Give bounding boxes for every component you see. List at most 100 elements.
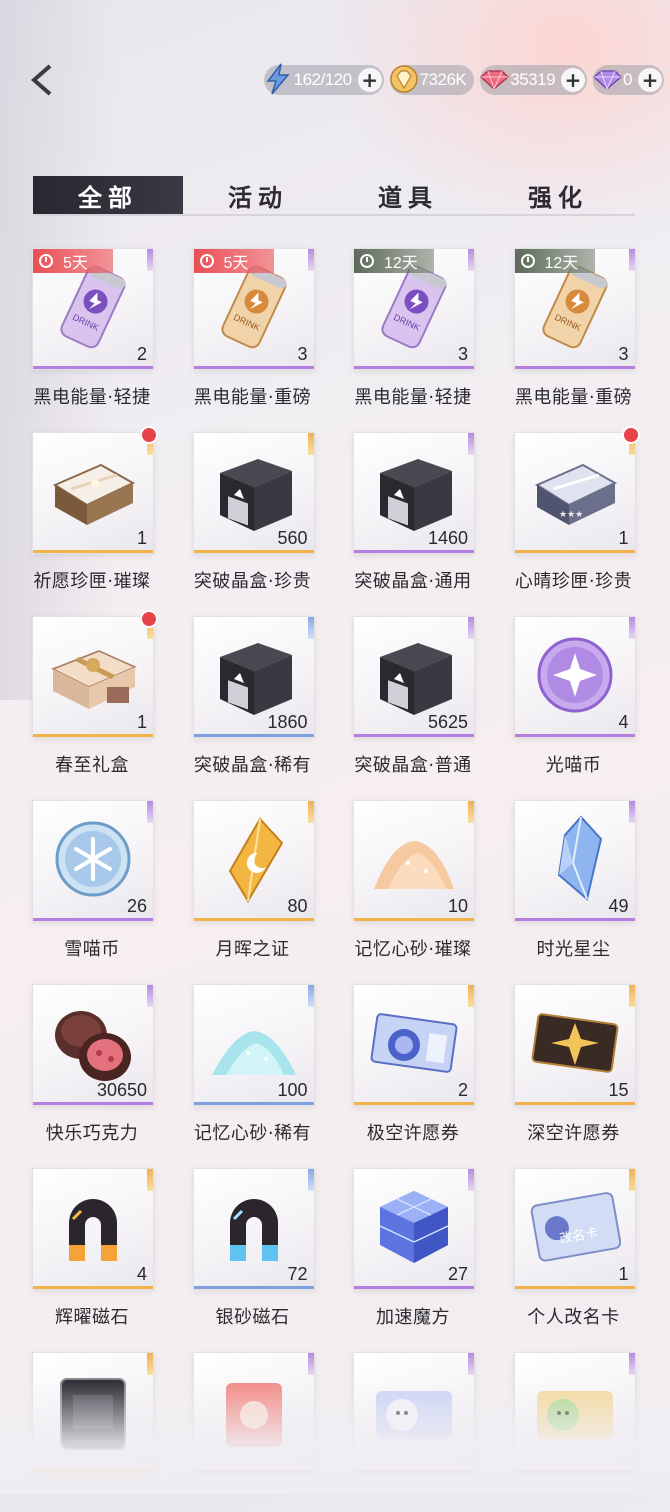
inventory-item[interactable]: 2 极空许愿券 (351, 984, 475, 1144)
tab-items[interactable]: 道具 (333, 176, 483, 214)
item-card[interactable]: 改名卡 1 (513, 1168, 636, 1290)
rarity-indicator (307, 249, 314, 271)
clock-icon (360, 254, 374, 268)
gold-gift-case-icon (47, 445, 139, 537)
inventory-item[interactable]: 1460 突破晶盒·通用 (351, 432, 475, 592)
item-card[interactable]: 30650 (32, 984, 154, 1106)
chocolate-icon (47, 997, 139, 1089)
item-quantity: 26 (126, 896, 147, 916)
purple-gem-icon (593, 70, 622, 91)
item-quantity: 4 (136, 1264, 147, 1284)
item-card[interactable]: 1 (32, 616, 154, 738)
item-card[interactable]: 15 (513, 984, 636, 1106)
inventory-item[interactable]: 4 光喵币 (512, 616, 636, 776)
rarity-indicator (468, 249, 474, 271)
inventory-item[interactable]: 1 春至礼盒 (30, 610, 158, 776)
item-card[interactable]: DRINK 12天 3 (353, 248, 475, 370)
item-card[interactable]: 100 (192, 984, 315, 1106)
inventory-item[interactable]: 560 突破晶盒·珍贵 (191, 432, 315, 592)
item-quantity: 27 (447, 1264, 468, 1284)
expiry-timer-badge: 12天 (354, 249, 434, 273)
inventory-item[interactable]: DRINK 12天 3 黑电能量·重磅 (512, 248, 636, 408)
item-card[interactable] (192, 1352, 315, 1474)
currency-bar: 162/120 + 7326K 35319 + 0 + (263, 63, 664, 95)
rarity-bar (514, 918, 635, 921)
inventory-item[interactable]: 15 深空许愿券 (512, 984, 636, 1144)
inventory-item[interactable]: 10 记忆心砂·璀璨 (351, 800, 475, 960)
currency-gold: 7326K (389, 65, 475, 95)
rarity-bar (33, 1102, 153, 1105)
gold-magnet-icon (47, 1181, 139, 1273)
item-card[interactable]: 560 (192, 432, 315, 554)
item-card[interactable]: 27 (353, 1168, 475, 1290)
inventory-item[interactable]: 49 时光星尘 (512, 800, 636, 960)
inventory-item[interactable]: 26 雪喵币 (30, 800, 154, 960)
item-card[interactable]: 2 (353, 984, 475, 1106)
tab-events[interactable]: 活动 (183, 176, 333, 214)
item-card[interactable]: 80 (192, 800, 315, 922)
inventory-item[interactable]: 1860 突破晶盒·稀有 (191, 616, 315, 776)
inventory-item[interactable]: DRINK 5天 2 黑电能量·轻捷 (30, 248, 154, 408)
item-quantity: 15 (608, 1080, 629, 1100)
item-name: 突破晶盒·普通 (354, 755, 472, 776)
rarity-indicator (628, 617, 635, 639)
item-card[interactable]: 1 (32, 432, 154, 554)
inventory-item[interactable]: 100 记忆心砂·稀有 (191, 984, 315, 1144)
inventory-item[interactable]: 72 银砂磁石 (191, 1168, 315, 1328)
tab-enhance[interactable]: 强化 (483, 176, 633, 214)
inventory-item[interactable]: 4 辉曜磁石 (30, 1168, 154, 1328)
inventory-item[interactable]: DRINK 5天 3 黑电能量·重磅 (191, 248, 315, 408)
inventory-item[interactable]: 30650 快乐巧克力 (30, 984, 154, 1144)
item-card[interactable] (32, 1352, 154, 1474)
inventory-item[interactable] (191, 1352, 315, 1512)
item-card[interactable]: 49 (513, 800, 636, 922)
item-card[interactable]: DRINK 12天 3 (513, 248, 636, 370)
inventory-item[interactable]: DRINK 12天 3 黑电能量·轻捷 (351, 248, 475, 408)
item-card[interactable]: 1860 (192, 616, 315, 738)
item-card[interactable]: 1460 (353, 432, 475, 554)
new-notification-dot (621, 426, 640, 444)
item-card[interactable] (353, 1352, 475, 1474)
inventory-item[interactable]: 改名卡 1 个人改名卡 (512, 1168, 636, 1328)
item-card[interactable]: DRINK 5天 3 (192, 248, 315, 370)
item-quantity: 1 (136, 528, 147, 548)
item-name: 记忆心砂·稀有 (193, 1123, 312, 1144)
item-card[interactable]: ★★★ 1 (513, 432, 636, 554)
item-quantity: 2 (136, 344, 147, 364)
inventory-item[interactable]: 27 加速魔方 (351, 1168, 475, 1328)
rarity-bar (193, 550, 314, 553)
item-name: 快乐巧克力 (45, 1123, 139, 1144)
inventory-item[interactable] (30, 1352, 154, 1512)
red-gem-amount: 35319 (510, 70, 556, 89)
add-stamina-button[interactable]: + (357, 68, 382, 92)
inventory-item[interactable]: ★★★ 1 心晴珍匣·珍贵 (512, 426, 640, 592)
item-card[interactable]: 4 (513, 616, 636, 738)
item-card[interactable]: 4 (32, 1168, 154, 1290)
item-card[interactable]: 5625 (353, 616, 475, 738)
expiry-timer-text: 12天 (384, 255, 418, 272)
rarity-bar (33, 1286, 153, 1289)
inventory-item[interactable] (351, 1352, 475, 1512)
item-name: 光喵币 (545, 755, 602, 776)
add-red-gem-button[interactable]: + (561, 68, 586, 92)
back-button[interactable] (26, 60, 60, 100)
item-card[interactable]: DRINK 5天 2 (32, 248, 154, 370)
rarity-bar (33, 1470, 153, 1473)
expiry-timer-badge: 5天 (33, 249, 113, 273)
gold-amount: 7326K (419, 70, 467, 89)
inventory-item[interactable] (512, 1352, 636, 1512)
item-card[interactable]: 10 (353, 800, 475, 922)
item-card[interactable]: 72 (192, 1168, 315, 1290)
item-card[interactable]: 26 (32, 800, 154, 922)
clock-icon (199, 254, 214, 268)
add-purple-gem-button[interactable]: + (638, 68, 662, 92)
purple-drink-can-icon: DRINK (368, 261, 460, 353)
item-card[interactable] (513, 1352, 636, 1474)
inventory-item[interactable]: 5625 突破晶盒·普通 (351, 616, 475, 776)
rarity-indicator (628, 249, 635, 271)
inventory-item[interactable]: 1 祈愿珍匣·璀璨 (30, 426, 158, 592)
tab-all[interactable]: 全部 (33, 176, 183, 214)
expiry-timer-badge: 5天 (193, 249, 274, 273)
inventory-item[interactable]: 80 月晖之证 (191, 800, 315, 960)
black-crystal-box-icon (368, 445, 460, 537)
